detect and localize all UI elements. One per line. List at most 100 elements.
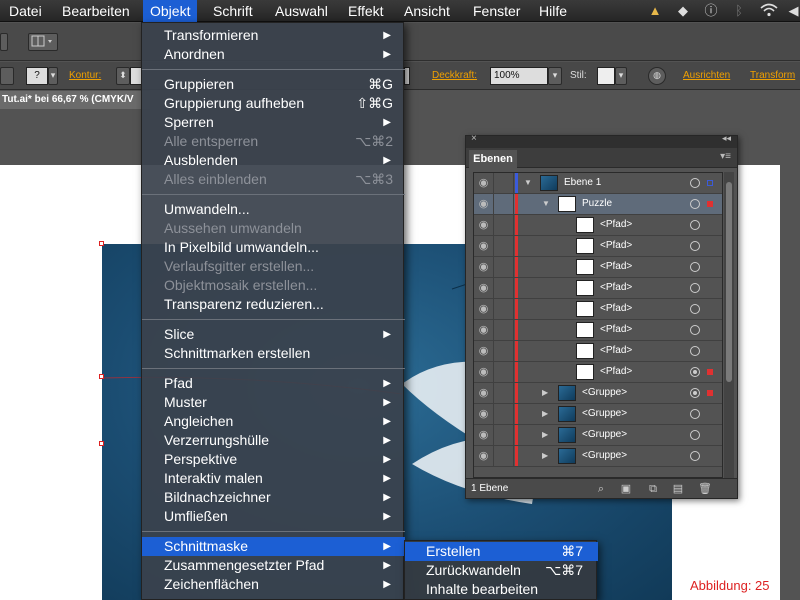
- menubar-item-ansicht[interactable]: Ansicht: [397, 0, 457, 22]
- menu-item-angleichen[interactable]: Angleichen ▶: [142, 412, 405, 431]
- menubar-item-datei[interactable]: Datei: [2, 0, 49, 22]
- collapse-triangle-icon[interactable]: ▼: [542, 194, 550, 214]
- recolor-artwork-icon[interactable]: ◍: [648, 67, 666, 85]
- layer-name[interactable]: Puzzle: [582, 194, 612, 214]
- lock-toggle[interactable]: [494, 299, 514, 319]
- menubar-item-schrift[interactable]: Schrift: [206, 0, 260, 22]
- layer-row[interactable]: ◉ <Pfad>: [474, 215, 722, 236]
- tool-toggle-button[interactable]: [0, 33, 8, 51]
- submenu-item-zurückwandeln[interactable]: Zurückwandeln ⌥⌘7: [405, 561, 598, 580]
- menu-item-schnittmaske[interactable]: Schnittmaske ▶: [142, 537, 405, 556]
- lock-toggle[interactable]: [494, 383, 514, 403]
- menu-item-pfad[interactable]: Pfad ▶: [142, 374, 405, 393]
- target-circle-icon[interactable]: [690, 430, 700, 440]
- menu-item-perspektive[interactable]: Perspektive ▶: [142, 450, 405, 469]
- expand-triangle-icon[interactable]: ▶: [542, 383, 548, 403]
- target-circle-icon[interactable]: [690, 409, 700, 419]
- visibility-eye-icon[interactable]: ◉: [474, 236, 494, 256]
- lock-toggle[interactable]: [494, 341, 514, 361]
- layer-row[interactable]: ◉ <Pfad>: [474, 278, 722, 299]
- document-tab[interactable]: Tut.ai* bei 66,67 % (CMYK/V: [0, 91, 150, 109]
- visibility-eye-icon[interactable]: ◉: [474, 341, 494, 361]
- layer-name[interactable]: <Gruppe>: [582, 383, 627, 403]
- scroll-thumb[interactable]: [726, 182, 732, 382]
- expand-triangle-icon[interactable]: ▶: [542, 425, 548, 445]
- menubar-item-fenster[interactable]: Fenster: [466, 0, 527, 22]
- menubar-item-objekt[interactable]: Objekt: [143, 0, 198, 22]
- visibility-eye-icon[interactable]: ◉: [474, 194, 494, 214]
- opacity-input[interactable]: 100%: [490, 67, 548, 85]
- menubar-item-bearbeiten[interactable]: Bearbeiten: [55, 0, 137, 22]
- layer-row[interactable]: ◉ <Pfad>: [474, 299, 722, 320]
- dropbox-icon[interactable]: ◆: [675, 3, 691, 19]
- lock-toggle[interactable]: [494, 194, 514, 214]
- lock-toggle[interactable]: [494, 173, 514, 193]
- visibility-eye-icon[interactable]: ◉: [474, 257, 494, 277]
- new-layer-icon[interactable]: ▤: [671, 482, 685, 496]
- stroke-select-dropdown[interactable]: ▾: [48, 67, 58, 85]
- target-circle-icon[interactable]: [690, 451, 700, 461]
- visibility-eye-icon[interactable]: ◉: [474, 383, 494, 403]
- layer-name[interactable]: <Pfad>: [600, 362, 632, 382]
- layer-scrollbar[interactable]: [724, 172, 734, 478]
- layer-name[interactable]: Ebene 1: [564, 173, 601, 193]
- menu-item-muster[interactable]: Muster ▶: [142, 393, 405, 412]
- layer-row[interactable]: ◉ ▼ Puzzle: [474, 194, 722, 215]
- deckkraft-label[interactable]: Deckkraft:: [432, 69, 477, 83]
- target-circle-icon[interactable]: [690, 367, 700, 377]
- menu-item-gruppieren[interactable]: Gruppieren ⌘G: [142, 75, 405, 94]
- visibility-eye-icon[interactable]: ◉: [474, 278, 494, 298]
- menubar-item-hilfe[interactable]: Hilfe: [532, 0, 574, 22]
- layer-name[interactable]: <Pfad>: [600, 215, 632, 235]
- menu-item-umfließen[interactable]: Umfließen ▶: [142, 507, 405, 526]
- opacity-dropdown[interactable]: ▾: [548, 67, 562, 85]
- menu-item-in-pixelbild-umwandeln[interactable]: In Pixelbild umwandeln...: [142, 238, 405, 257]
- collapse-icon[interactable]: ◂◂: [722, 133, 731, 144]
- layer-row[interactable]: ◉ <Pfad>: [474, 320, 722, 341]
- layer-name[interactable]: <Gruppe>: [582, 425, 627, 445]
- layer-row[interactable]: ◉ ▶ <Gruppe>: [474, 404, 722, 425]
- wifi-icon[interactable]: [760, 3, 778, 19]
- stroke-weight-stepper[interactable]: ⬍: [116, 67, 130, 85]
- selection-indicator[interactable]: [707, 369, 713, 375]
- menubar-item-auswahl[interactable]: Auswahl: [268, 0, 335, 22]
- menu-item-sperren[interactable]: Sperren ▶: [142, 113, 405, 132]
- target-circle-icon[interactable]: [690, 262, 700, 272]
- menu-item-anordnen[interactable]: Anordnen ▶: [142, 45, 405, 64]
- collapse-triangle-icon[interactable]: ▼: [524, 173, 532, 193]
- bluetooth-icon[interactable]: ᛒ: [733, 3, 745, 19]
- visibility-eye-icon[interactable]: ◉: [474, 215, 494, 235]
- lock-toggle[interactable]: [494, 362, 514, 382]
- tab-ebenen[interactable]: Ebenen: [469, 150, 517, 168]
- target-circle-icon[interactable]: [690, 283, 700, 293]
- layer-name[interactable]: <Pfad>: [600, 257, 632, 277]
- lock-toggle[interactable]: [494, 446, 514, 466]
- target-circle-icon[interactable]: [690, 220, 700, 230]
- ausrichten-link[interactable]: Ausrichten: [683, 69, 730, 83]
- submenu-item-erstellen[interactable]: Erstellen ⌘7: [405, 542, 598, 561]
- visibility-eye-icon[interactable]: ◉: [474, 173, 494, 193]
- info-icon[interactable]: ⓘ: [703, 3, 719, 19]
- layer-row[interactable]: ◉ <Pfad>: [474, 236, 722, 257]
- selection-handle[interactable]: [99, 241, 104, 246]
- menu-item-gruppierung-aufheben[interactable]: Gruppierung aufheben ⇧⌘G: [142, 94, 405, 113]
- close-icon[interactable]: ×: [471, 133, 477, 144]
- lock-toggle[interactable]: [494, 404, 514, 424]
- layer-name[interactable]: <Pfad>: [600, 341, 632, 361]
- fill-swatch[interactable]: [0, 67, 14, 85]
- lock-toggle[interactable]: [494, 257, 514, 277]
- layer-row[interactable]: ◉ <Pfad>: [474, 362, 722, 383]
- menu-item-schnittmarken-erstellen[interactable]: Schnittmarken erstellen: [142, 344, 405, 363]
- selection-handle[interactable]: [99, 374, 104, 379]
- menu-item-ausblenden[interactable]: Ausblenden ▶: [142, 151, 405, 170]
- expand-triangle-icon[interactable]: ▶: [542, 404, 548, 424]
- visibility-eye-icon[interactable]: ◉: [474, 404, 494, 424]
- layer-row[interactable]: ◉ <Pfad>: [474, 341, 722, 362]
- menu-item-verzerrungshülle[interactable]: Verzerrungshülle ▶: [142, 431, 405, 450]
- selection-indicator[interactable]: [707, 201, 713, 207]
- layer-row[interactable]: ◉ ▶ <Gruppe>: [474, 383, 722, 404]
- layer-name[interactable]: <Gruppe>: [582, 404, 627, 424]
- lock-toggle[interactable]: [494, 425, 514, 445]
- target-circle-icon[interactable]: [690, 304, 700, 314]
- panel-menu-icon[interactable]: ▾≡: [720, 151, 731, 162]
